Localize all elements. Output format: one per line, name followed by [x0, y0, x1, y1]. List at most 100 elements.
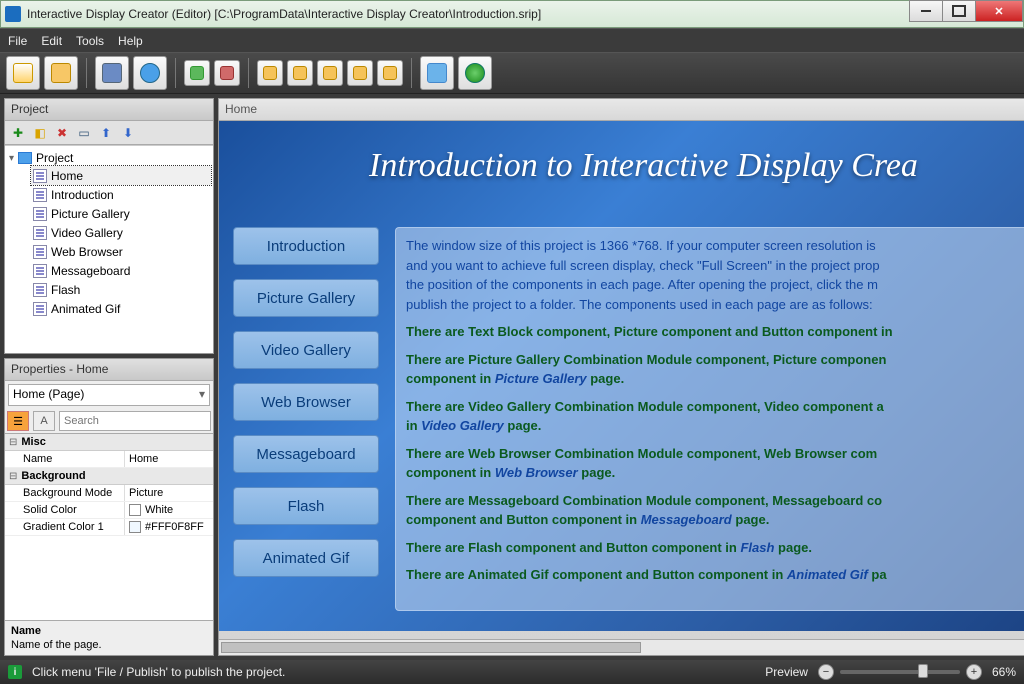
new-button[interactable] — [6, 56, 40, 90]
categorized-view-button[interactable]: ☰ — [7, 411, 29, 431]
menu-help[interactable]: Help — [118, 34, 143, 48]
info-icon: i — [8, 665, 22, 679]
prop-value[interactable]: #FFF0F8FF — [125, 519, 213, 535]
prop-key: Solid Color — [5, 502, 125, 518]
prop-key: Name — [5, 451, 125, 467]
tree-root-label: Project — [36, 151, 73, 165]
canvas-nav-video-gallery[interactable]: Video Gallery — [233, 331, 379, 369]
zoom-thumb[interactable] — [918, 664, 928, 678]
align-icon — [323, 66, 337, 80]
prop-row-bgmode[interactable]: Background Mode Picture — [5, 485, 213, 502]
minimize-button[interactable] — [909, 0, 943, 22]
open-button[interactable] — [44, 56, 78, 90]
prop-group-background[interactable]: Background — [5, 468, 213, 485]
add-component-button[interactable] — [184, 60, 210, 86]
tree-item-web-browser[interactable]: Web Browser — [31, 242, 211, 261]
remove-component-button[interactable] — [214, 60, 240, 86]
align-button-2[interactable] — [287, 60, 313, 86]
project-tree[interactable]: ▾ Project Home Introduction Picture Gall… — [5, 145, 213, 353]
prop-value[interactable]: Home — [125, 451, 213, 467]
globe-icon — [465, 63, 485, 83]
prop-value[interactable]: White — [125, 502, 213, 518]
statusbar: i Click menu 'File / Publish' to publish… — [0, 660, 1024, 684]
window-title: Interactive Display Creator (Editor) [C:… — [27, 7, 541, 21]
property-grid[interactable]: Misc Name Home Background Background Mod… — [5, 433, 213, 620]
project-panel-toolbar: ✚ ◧ ✖ ▭ ⬆ ⬇ — [5, 121, 213, 145]
menu-file[interactable]: File — [8, 34, 27, 48]
tree-item-label: Home — [51, 169, 83, 183]
canvas-text-block[interactable]: The window size of this project is 1366 … — [395, 227, 1024, 611]
tree-item-label: Video Gallery — [51, 226, 123, 240]
minus-icon — [220, 66, 234, 80]
prop-row-grad1[interactable]: Gradient Color 1 #FFF0F8FF — [5, 519, 213, 536]
tree-item-animated-gif[interactable]: Animated Gif — [31, 299, 211, 318]
publish-button[interactable] — [458, 56, 492, 90]
add-page-button[interactable]: ✚ — [9, 124, 27, 142]
main-toolbar — [0, 52, 1024, 94]
prop-group-misc[interactable]: Misc — [5, 434, 213, 451]
prop-value[interactable]: Picture — [125, 485, 213, 501]
page-icon — [33, 226, 47, 240]
tree-item-messageboard[interactable]: Messageboard — [31, 261, 211, 280]
zoom-out-button[interactable]: − — [818, 664, 834, 680]
prop-row-solid[interactable]: Solid Color White — [5, 502, 213, 519]
breadcrumb[interactable]: Home — [219, 99, 1024, 121]
status-tip: Click menu 'File / Publish' to publish t… — [32, 665, 285, 679]
align-button-4[interactable] — [347, 60, 373, 86]
properties-object-selector[interactable]: Home (Page) — [8, 384, 210, 406]
tree-item-label: Messageboard — [51, 264, 130, 278]
align-icon — [293, 66, 307, 80]
preview-button[interactable] — [133, 56, 167, 90]
horizontal-scrollbar[interactable] — [219, 639, 1024, 655]
properties-search-input[interactable] — [59, 411, 211, 431]
move-down-button[interactable]: ⬇ — [119, 124, 137, 142]
align-icon — [383, 66, 397, 80]
color-swatch-icon — [129, 504, 141, 516]
open-icon — [51, 63, 71, 83]
close-button[interactable] — [975, 0, 1023, 22]
tree-root[interactable]: ▾ Project — [7, 150, 211, 166]
canvas-nav-introduction[interactable]: Introduction — [233, 227, 379, 265]
canvas-viewport[interactable]: Introduction to Interactive Display Crea… — [219, 121, 1024, 631]
menu-edit[interactable]: Edit — [41, 34, 62, 48]
canvas-nav-picture-gallery[interactable]: Picture Gallery — [233, 279, 379, 317]
move-up-button[interactable]: ⬆ — [97, 124, 115, 142]
delete-page-button[interactable]: ✖ — [53, 124, 71, 142]
tree-item-video-gallery[interactable]: Video Gallery — [31, 223, 211, 242]
tree-item-introduction[interactable]: Introduction — [31, 185, 211, 204]
prop-key: Background Mode — [5, 485, 125, 501]
page-icon — [33, 264, 47, 278]
canvas-nav-flash[interactable]: Flash — [233, 487, 379, 525]
align-button-1[interactable] — [257, 60, 283, 86]
canvas-heading[interactable]: Introduction to Interactive Display Crea — [369, 147, 1024, 185]
tree-item-label: Flash — [51, 283, 80, 297]
save-icon — [102, 63, 122, 83]
zoom-in-button[interactable]: + — [966, 664, 982, 680]
tree-item-picture-gallery[interactable]: Picture Gallery — [31, 204, 211, 223]
zoom-slider[interactable] — [840, 670, 960, 674]
menu-tools[interactable]: Tools — [76, 34, 104, 48]
canvas-nav-animated-gif[interactable]: Animated Gif — [233, 539, 379, 577]
canvas-nav-column: Introduction Picture Gallery Video Galle… — [233, 227, 379, 577]
canvas-nav-web-browser[interactable]: Web Browser — [233, 383, 379, 421]
preview-label[interactable]: Preview — [765, 665, 808, 679]
tree-item-flash[interactable]: Flash — [31, 280, 211, 299]
menubar: File Edit Tools Help — [0, 28, 1024, 52]
tree-item-home[interactable]: Home — [31, 166, 211, 185]
maximize-button[interactable] — [942, 0, 976, 22]
page-icon — [33, 283, 47, 297]
prop-row-name[interactable]: Name Home — [5, 451, 213, 468]
canvas-nav-messageboard[interactable]: Messageboard — [233, 435, 379, 473]
zoom-controls: − + — [818, 664, 982, 680]
alphabetical-view-button[interactable]: A — [33, 411, 55, 431]
properties-panel: Properties - Home Home (Page) ☰ A Misc N… — [4, 358, 214, 656]
save-button[interactable] — [95, 56, 129, 90]
page-canvas[interactable]: Introduction to Interactive Display Crea… — [219, 121, 1024, 631]
cart-button[interactable] — [420, 56, 454, 90]
align-button-3[interactable] — [317, 60, 343, 86]
tree-item-label: Picture Gallery — [51, 207, 130, 221]
rename-button[interactable]: ▭ — [75, 124, 93, 142]
add-folder-button[interactable]: ◧ — [31, 124, 49, 142]
align-button-5[interactable] — [377, 60, 403, 86]
property-desc-text: Name of the page. — [11, 639, 207, 651]
